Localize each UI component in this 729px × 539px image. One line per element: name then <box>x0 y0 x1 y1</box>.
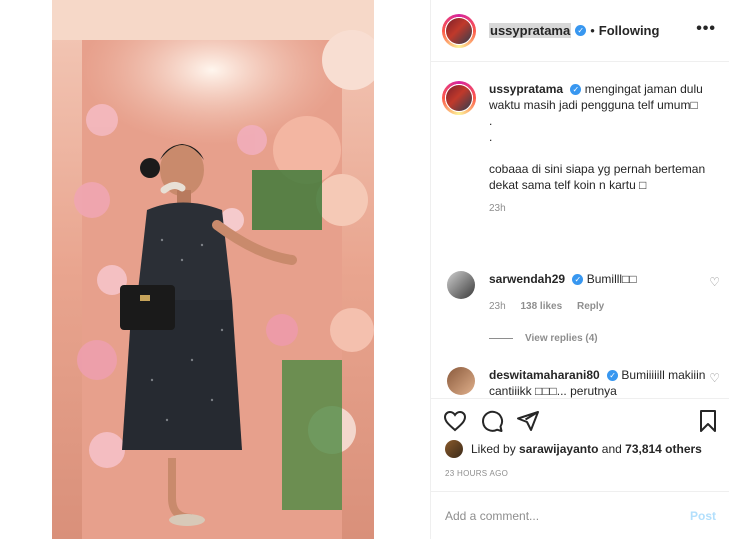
post-actions <box>431 398 729 442</box>
comment-avatar[interactable] <box>447 367 475 395</box>
comment-likes[interactable]: 138 likes <box>520 301 562 312</box>
post-photo-image <box>52 0 374 539</box>
photo-area <box>0 0 430 539</box>
comment-meta: 23h 138 likes Reply <box>489 299 722 315</box>
likes-prefix: Liked by <box>471 442 516 456</box>
reply-button[interactable]: Reply <box>577 301 604 312</box>
likes-and: and <box>601 442 622 456</box>
post-timestamp[interactable]: 23 HOURS AGO <box>445 469 508 478</box>
bookmark-icon[interactable] <box>696 409 720 433</box>
liker-avatar[interactable] <box>445 440 463 458</box>
comment-body: deswitamaharani80 ✓ Bumiiiiill makiiin c… <box>489 367 722 398</box>
author-avatar[interactable] <box>442 13 476 48</box>
caption-avatar[interactable] <box>442 81 476 115</box>
post-caption: ussypratama ✓ mengingat jaman dulu waktu… <box>442 81 722 217</box>
comment-text: Bumilll□□ <box>586 272 637 286</box>
share-icon[interactable] <box>516 409 540 433</box>
comment-username[interactable]: deswitamaharani80 <box>489 368 600 382</box>
add-comment-bar: Post <box>431 491 729 539</box>
comment-icon[interactable] <box>480 409 504 433</box>
following-button[interactable]: Following <box>599 23 660 38</box>
caption-time: 23h <box>489 203 506 214</box>
comment-input[interactable] <box>445 508 690 523</box>
verified-icon: ✓ <box>570 84 582 96</box>
heart-icon[interactable] <box>443 409 467 433</box>
comment-body: sarwendah29 ✓ Bumilll□□ 23h 138 likes Re… <box>489 271 722 315</box>
more-icon[interactable]: ••• <box>696 20 716 38</box>
replies-divider <box>489 337 513 339</box>
post-comment-button[interactable]: Post <box>690 509 716 523</box>
verified-icon: ✓ <box>575 25 587 36</box>
post-side-panel: ussypratama ✓ • Following ••• ussypratam… <box>430 0 729 539</box>
liker-username[interactable]: sarawijayanto <box>519 442 598 456</box>
author-username[interactable]: ussypratama <box>489 23 572 38</box>
comment-item: deswitamaharani80 ✓ Bumiiiiill makiiin c… <box>442 367 722 398</box>
comment-item: sarwendah29 ✓ Bumilll□□ 23h 138 likes Re… <box>442 271 722 315</box>
author-avatar-image <box>446 17 472 44</box>
caption-body: ussypratama ✓ mengingat jaman dulu waktu… <box>489 81 722 217</box>
view-replies-label: View replies (4) <box>525 333 598 344</box>
comment-avatar[interactable] <box>447 271 475 299</box>
caption-avatar-image <box>446 85 472 111</box>
likes-count[interactable]: 73,814 others <box>625 442 702 456</box>
caption-username[interactable]: ussypratama <box>489 82 563 96</box>
post-header: ussypratama ✓ • Following ••• <box>431 0 729 62</box>
comment-username[interactable]: sarwendah29 <box>489 272 565 286</box>
view-replies-button[interactable]: View replies (4) <box>489 333 598 344</box>
verified-icon: ✓ <box>607 370 619 382</box>
comment-like-icon[interactable]: ♡ <box>709 275 720 289</box>
comment-like-icon[interactable]: ♡ <box>709 371 720 385</box>
comments-section[interactable]: ussypratama ✓ mengingat jaman dulu waktu… <box>431 63 729 398</box>
separator-dot: • <box>590 23 595 38</box>
caption-text: mengingat jaman dulu waktu masih jadi pe… <box>489 82 706 192</box>
verified-icon: ✓ <box>572 274 584 286</box>
comment-time: 23h <box>489 301 506 312</box>
post-photo[interactable] <box>52 0 374 539</box>
likes-summary: Liked by sarawijayanto and 73,814 others <box>445 440 702 458</box>
